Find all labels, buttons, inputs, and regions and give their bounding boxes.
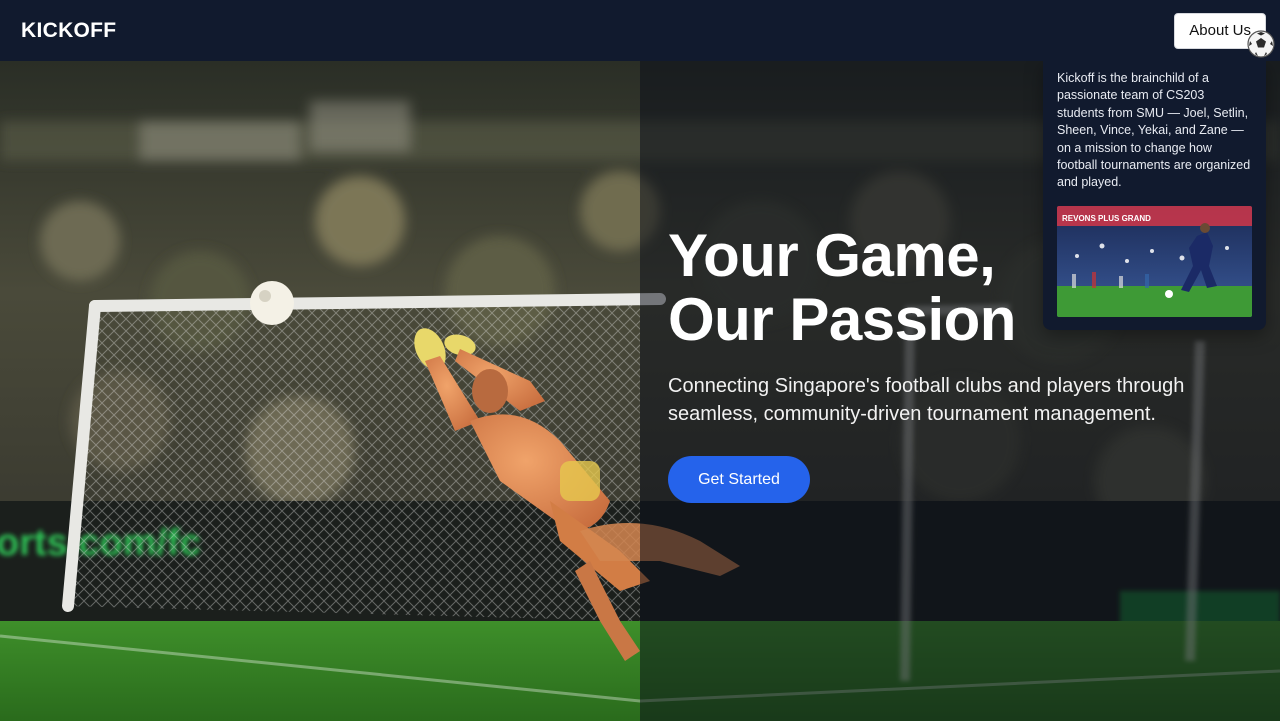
hero-subtitle: Connecting Singapore's football clubs an… [668,375,1185,425]
about-team-image: REVONS PLUS GRAND [1057,205,1252,317]
get-started-button[interactable]: Get Started [668,456,810,503]
about-wrap: About Us [1174,12,1275,58]
top-navbar: KICKOFF About Us [0,0,1280,61]
brand-logo[interactable]: KICKOFF [21,19,116,43]
about-image-banner: REVONS PLUS GRAND [1062,214,1151,223]
about-description: Kickoff is the brainchild of a passionat… [1057,71,1251,190]
football-icon [1247,29,1275,58]
about-us-popover: Kickoff is the brainchild of a passionat… [1043,61,1266,330]
